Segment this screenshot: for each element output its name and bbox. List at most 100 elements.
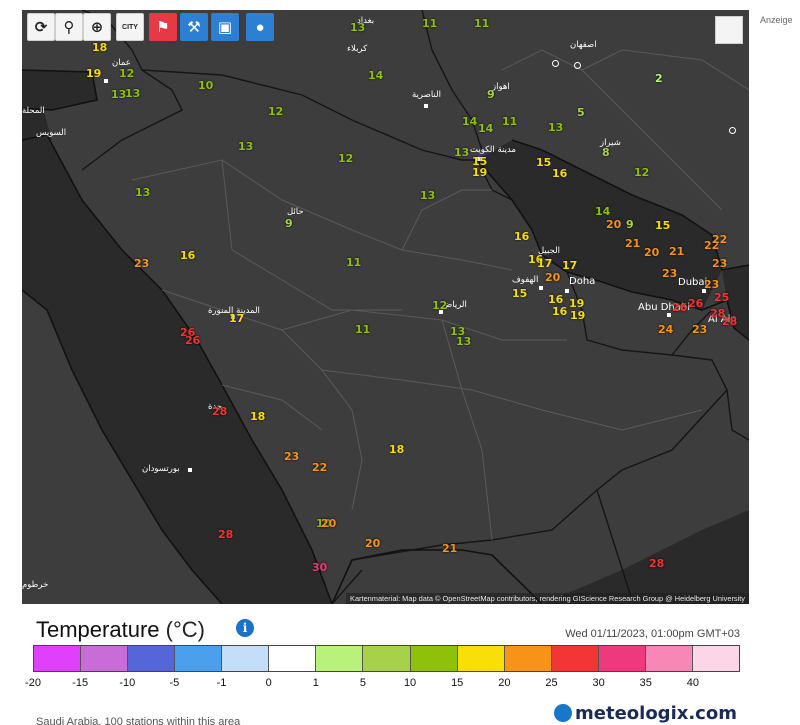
station-temperature[interactable]: 18 — [250, 411, 265, 423]
weather-map[interactable]: بغداد كربلاء اصفهان الناصرية اهواز شيراز… — [22, 10, 749, 604]
station-temperature[interactable]: 2 — [655, 73, 663, 85]
station-temperature[interactable]: 11 — [422, 18, 437, 30]
marker-button[interactable]: ● — [246, 13, 274, 41]
brand-logo[interactable]: meteologix.com — [554, 703, 737, 724]
station-temperature[interactable]: 17 — [229, 313, 244, 325]
scale-tick-label: 40 — [686, 677, 699, 689]
station-temperature[interactable]: 14 — [595, 206, 610, 218]
station-temperature[interactable]: 12 — [634, 167, 649, 179]
station-temperature[interactable]: 12 — [432, 300, 447, 312]
station-temperature[interactable]: 20 — [321, 518, 336, 530]
city-marker — [539, 286, 543, 290]
station-temperature[interactable]: 21 — [669, 246, 684, 258]
station-temperature[interactable]: 13 — [350, 22, 365, 34]
station-temperature[interactable]: 14 — [368, 70, 383, 82]
station-temperature[interactable]: 11 — [346, 257, 361, 269]
station-temperature[interactable]: 17 — [562, 260, 577, 272]
station-temperature[interactable]: 20 — [606, 219, 621, 231]
station-temperature[interactable]: 23 — [284, 451, 299, 463]
scale-swatch — [269, 646, 317, 671]
station-temperature[interactable]: 9 — [285, 218, 293, 230]
scale-tick-label: 5 — [359, 677, 366, 689]
station-temperature[interactable]: 19 — [472, 167, 487, 179]
station-temperature[interactable]: 12 — [119, 68, 134, 80]
city-marker — [104, 79, 108, 83]
station-temperature[interactable]: 12 — [268, 106, 283, 118]
station-temperature[interactable]: 13 — [135, 187, 150, 199]
location-button[interactable]: ⚲ — [55, 13, 83, 41]
station-temperature[interactable]: 14 — [462, 116, 477, 128]
station-temperature[interactable]: 24 — [658, 324, 673, 336]
station-temperature[interactable]: 21 — [625, 238, 640, 250]
station-temperature[interactable]: 14 — [478, 123, 493, 135]
share-icon — [716, 17, 749, 604]
station-temperature[interactable]: 20 — [365, 538, 380, 550]
station-temperature[interactable]: 16 — [552, 306, 567, 318]
station-temperature[interactable]: 23 — [692, 324, 707, 336]
station-temperature[interactable]: 15 — [536, 157, 551, 169]
refresh-button[interactable]: ⟳ — [27, 13, 55, 41]
station-temperature[interactable]: 15 — [655, 220, 670, 232]
scale-tick-label: 0 — [265, 677, 272, 689]
station-icon: ⚑ — [156, 19, 170, 36]
station-temperature[interactable]: 13 — [548, 122, 563, 134]
scale-swatch — [692, 646, 739, 671]
station-temperature[interactable]: 13 — [238, 141, 253, 153]
pressure-button[interactable]: ⚒ — [180, 13, 208, 41]
station-temperature[interactable]: 18 — [389, 444, 404, 456]
station-temperature[interactable]: 23 — [134, 258, 149, 270]
display-icon: ▣ — [217, 19, 233, 36]
station-temperature[interactable]: 16 — [514, 231, 529, 243]
station-temperature[interactable]: 22 — [312, 462, 327, 474]
station-temperature[interactable]: 18 — [92, 42, 107, 54]
scale-swatch — [645, 646, 693, 671]
station-temperature[interactable]: 12 — [338, 153, 353, 165]
scale-swatch — [598, 646, 646, 671]
station-temperature[interactable]: 13 — [111, 89, 126, 101]
station-temperature[interactable]: 28 — [218, 529, 233, 541]
city-marker — [574, 62, 581, 69]
station-temperature[interactable]: 28 — [212, 406, 227, 418]
share-button[interactable] — [715, 16, 743, 44]
station-temperature[interactable]: 11 — [474, 18, 489, 30]
city-button[interactable]: CITY — [116, 13, 144, 41]
legend-title-text: Temperature — [36, 617, 160, 642]
station-temperature[interactable]: 28 — [649, 558, 664, 570]
scale-tick-label: -5 — [169, 677, 180, 689]
city-marker — [565, 289, 569, 293]
station-temperature[interactable]: 20 — [644, 247, 659, 259]
scale-swatch — [363, 646, 411, 671]
observation-timestamp: Wed 01/11/2023, 01:00pm GMT+03 — [565, 628, 740, 640]
station-temperature[interactable]: 5 — [577, 107, 585, 119]
station-temperature[interactable]: 19 — [570, 310, 585, 322]
station-temperature[interactable]: 23 — [662, 268, 677, 280]
station-temperature[interactable]: 21 — [442, 543, 457, 555]
station-temperature[interactable]: 20 — [545, 272, 560, 284]
station-temperature[interactable]: 10 — [198, 80, 213, 92]
station-count-note: Saudi Arabia, 100 stations within this a… — [36, 716, 241, 725]
station-button[interactable]: ⚑ — [149, 13, 177, 41]
station-temperature[interactable]: 17 — [537, 258, 552, 270]
display-button[interactable]: ▣ — [211, 13, 239, 41]
station-temperature[interactable]: 11 — [355, 324, 370, 336]
scale-swatch — [128, 646, 176, 671]
station-temperature[interactable]: 26 — [672, 302, 687, 314]
station-temperature[interactable]: 13 — [456, 336, 471, 348]
station-temperature[interactable]: 26 — [688, 298, 703, 310]
station-temperature[interactable]: 26 — [185, 335, 200, 347]
station-temperature[interactable]: 9 — [487, 89, 495, 101]
station-temperature[interactable]: 30 — [312, 562, 327, 574]
station-temperature[interactable]: 9 — [626, 219, 634, 231]
station-temperature[interactable]: 15 — [512, 288, 527, 300]
station-temperature[interactable]: 16 — [552, 168, 567, 180]
station-temperature[interactable]: 19 — [86, 68, 101, 80]
station-temperature[interactable]: 8 — [602, 147, 610, 159]
station-temperature[interactable]: 13 — [125, 88, 140, 100]
info-icon[interactable]: i — [236, 619, 254, 637]
zoom-button[interactable]: ⊕ — [83, 13, 111, 41]
station-temperature[interactable]: 11 — [502, 116, 517, 128]
globe-icon — [554, 704, 572, 722]
station-temperature[interactable]: 16 — [180, 250, 195, 262]
station-temperature[interactable]: 13 — [454, 147, 469, 159]
station-temperature[interactable]: 13 — [420, 190, 435, 202]
